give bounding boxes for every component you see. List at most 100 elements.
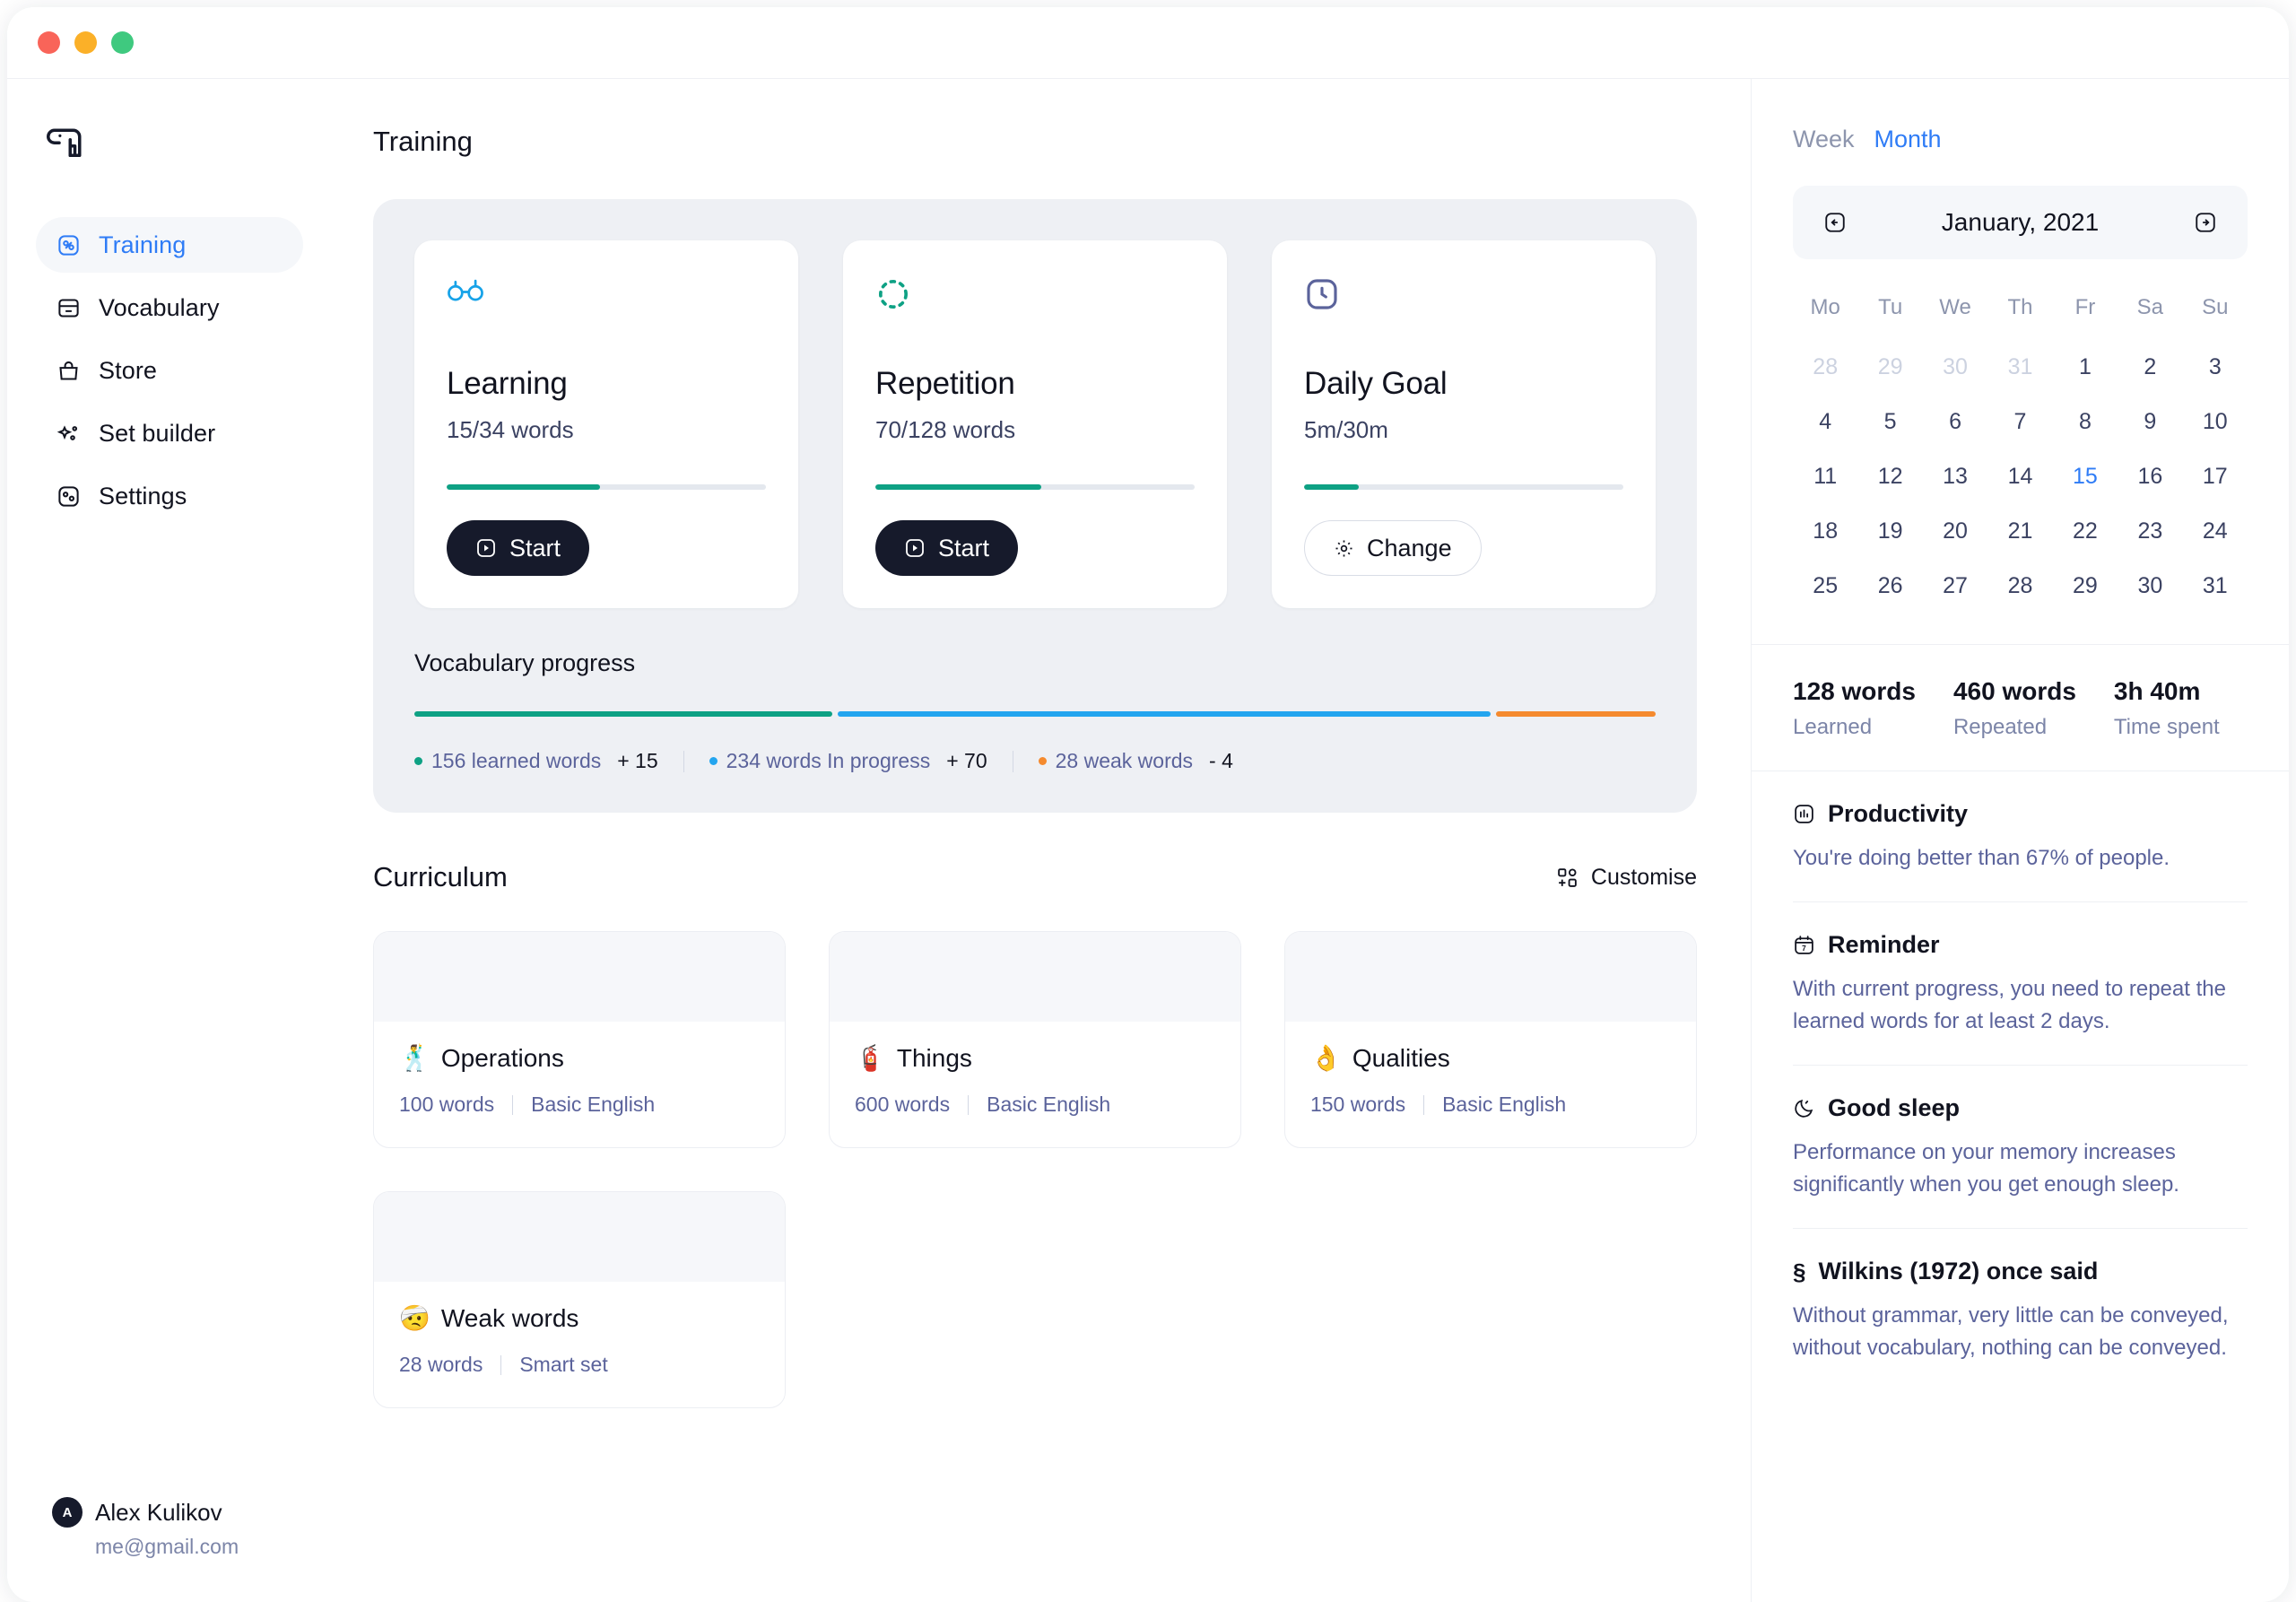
stat-value: 460 words [1952, 677, 2076, 705]
avatar: A [52, 1497, 83, 1528]
customise-label: Customise [1590, 864, 1697, 890]
title-bar [7, 7, 2289, 79]
curriculum-card-weak-words[interactable]: 🤕 Weak words 28 words Smart set [373, 1191, 786, 1408]
calendar-day[interactable]: 12 [1857, 449, 1922, 504]
calendar-day[interactable]: 9 [2118, 395, 2182, 449]
sidebar-item-set-builder[interactable]: Set builder [36, 405, 303, 461]
calendar-day[interactable]: 2 [2118, 340, 2182, 395]
stat-value: 128 words [1793, 677, 1916, 705]
user-profile[interactable]: A Alex Kulikov me@gmail.com [7, 1497, 337, 1602]
sidebar-item-training[interactable]: Training [36, 217, 303, 273]
button-label: Start [938, 534, 990, 562]
start-repetition-button[interactable]: Start [875, 520, 1019, 576]
sidebar-item-store[interactable]: Store [36, 343, 303, 398]
vocabulary-icon [56, 295, 81, 320]
calendar-day[interactable]: 18 [1793, 504, 1857, 559]
calendar-day[interactable]: 11 [1793, 449, 1857, 504]
calendar-day[interactable]: 7 [1987, 395, 2052, 449]
arrow-left-box-icon[interactable] [1823, 211, 1847, 234]
start-learning-button[interactable]: Start [447, 520, 590, 576]
curriculum-card-operations[interactable]: 🕺 Operations 100 words Basic English [373, 931, 786, 1148]
calendar-day[interactable]: 30 [1923, 340, 1987, 395]
training-card-daily-goal[interactable]: Daily Goal 5m/30m Change [1272, 240, 1656, 608]
sparkles-icon [56, 421, 81, 446]
calendar-day[interactable]: 1 [2053, 340, 2118, 395]
customise-grid-icon [1556, 866, 1578, 889]
stat-label: Learned [1793, 715, 1873, 739]
sidebar-item-label: Training [99, 231, 187, 258]
meta-divider [968, 1094, 970, 1115]
stat-time-spent: 3h 40m Time spent [2114, 677, 2220, 740]
calendar-day[interactable]: 29 [1857, 340, 1922, 395]
tip-reminder: 7 Reminder With current progress, you ne… [1793, 902, 2248, 1065]
chart-bars-icon [1793, 803, 1815, 825]
sidebar-item-vocabulary[interactable]: Vocabulary [36, 280, 303, 335]
button-label: Change [1367, 534, 1452, 562]
calendar-day[interactable]: 5 [1857, 395, 1922, 449]
maximize-window-button[interactable] [111, 31, 134, 54]
legend-divider [683, 750, 684, 772]
calendar-day[interactable]: 3 [2183, 340, 2248, 395]
calendar-day[interactable]: 21 [1987, 504, 2052, 559]
weak-words-emoji-icon: 🤕 [399, 1304, 430, 1332]
day-of-week-label: Sa [2136, 295, 2164, 319]
training-card-repetition[interactable]: Repetition 70/128 words Start [843, 240, 1227, 608]
calendar-day[interactable]: 28 [1987, 559, 2052, 614]
close-window-button[interactable] [38, 31, 60, 54]
calendar-day[interactable]: 31 [1987, 340, 2052, 395]
legend-item-inprogress: 234 words In progress + 70 [709, 749, 987, 773]
calendar-month-label: January, 2021 [1941, 208, 2100, 236]
legend-delta: + 15 [617, 749, 658, 772]
change-daily-goal-button[interactable]: Change [1304, 520, 1482, 576]
calendar-day[interactable]: 6 [1923, 395, 1987, 449]
calendar-day[interactable]: 27 [1923, 559, 1987, 614]
calendar-day[interactable]: 14 [1987, 449, 2052, 504]
calendar-day[interactable]: 19 [1857, 504, 1922, 559]
moon-icon [1793, 1097, 1815, 1119]
arrow-right-box-icon[interactable] [2194, 211, 2217, 234]
training-panel: Learning 15/34 words Start Repetition 70… [373, 199, 1697, 813]
app-logo[interactable] [7, 126, 337, 163]
tip-title: Productivity [1828, 800, 1969, 827]
day-of-week-label: Mo [1810, 295, 1840, 319]
tab-week[interactable]: Week [1793, 126, 1855, 153]
calendar-day[interactable]: 16 [2118, 449, 2182, 504]
legend-delta: + 70 [946, 749, 987, 772]
calendar-day[interactable]: 30 [2118, 559, 2182, 614]
legend-label: 234 words In progress [726, 749, 931, 772]
calendar-day[interactable]: 8 [2053, 395, 2118, 449]
tip-body: Performance on your memory increases sig… [1793, 1140, 2179, 1197]
card-word-count: 600 words [854, 1093, 951, 1116]
calendar-day[interactable]: 24 [2183, 504, 2248, 559]
minimize-window-button[interactable] [74, 31, 97, 54]
calendar-day[interactable]: 23 [2118, 504, 2182, 559]
legend-bullet [414, 757, 422, 765]
calendar-day[interactable]: 10 [2183, 395, 2248, 449]
tip-quote: § Wilkins (1972) once said Without gramm… [1793, 1229, 2248, 1391]
curriculum-header: Curriculum Customise [373, 861, 1697, 893]
sidebar-item-label: Settings [99, 482, 187, 509]
curriculum-card-things[interactable]: 🧯 Things 600 words Basic English [828, 931, 1241, 1148]
calendar-day[interactable]: 26 [1857, 559, 1922, 614]
customise-button[interactable]: Customise [1556, 865, 1697, 891]
calendar-day[interactable]: 13 [1923, 449, 1987, 504]
curriculum-card-qualities[interactable]: 👌 Qualities 150 words Basic English [1283, 931, 1697, 1148]
stat-label: Time spent [2113, 715, 2220, 739]
calendar-day[interactable]: 15 [2053, 449, 2118, 504]
calendar-day[interactable]: 4 [1793, 395, 1857, 449]
calendar-day[interactable]: 28 [1793, 340, 1857, 395]
tab-month[interactable]: Month [1874, 126, 1942, 153]
tip-title: Wilkins (1972) once said [1818, 1258, 2099, 1284]
card-subtitle: 70/128 words [875, 416, 1016, 443]
sidebar-item-settings[interactable]: Settings [36, 468, 303, 524]
calendar-day[interactable]: 17 [2183, 449, 2248, 504]
calendar-day[interactable]: 20 [1923, 504, 1987, 559]
calendar-day[interactable]: 22 [2053, 504, 2118, 559]
calendar-day[interactable]: 29 [2053, 559, 2118, 614]
training-card-learning[interactable]: Learning 15/34 words Start [414, 240, 798, 608]
legend-label: 28 weak words [1055, 749, 1194, 772]
progress-segment-weak [1495, 711, 1656, 717]
progress-segment-learned [414, 711, 833, 717]
calendar-day[interactable]: 25 [1793, 559, 1857, 614]
calendar-day[interactable]: 31 [2183, 559, 2248, 614]
